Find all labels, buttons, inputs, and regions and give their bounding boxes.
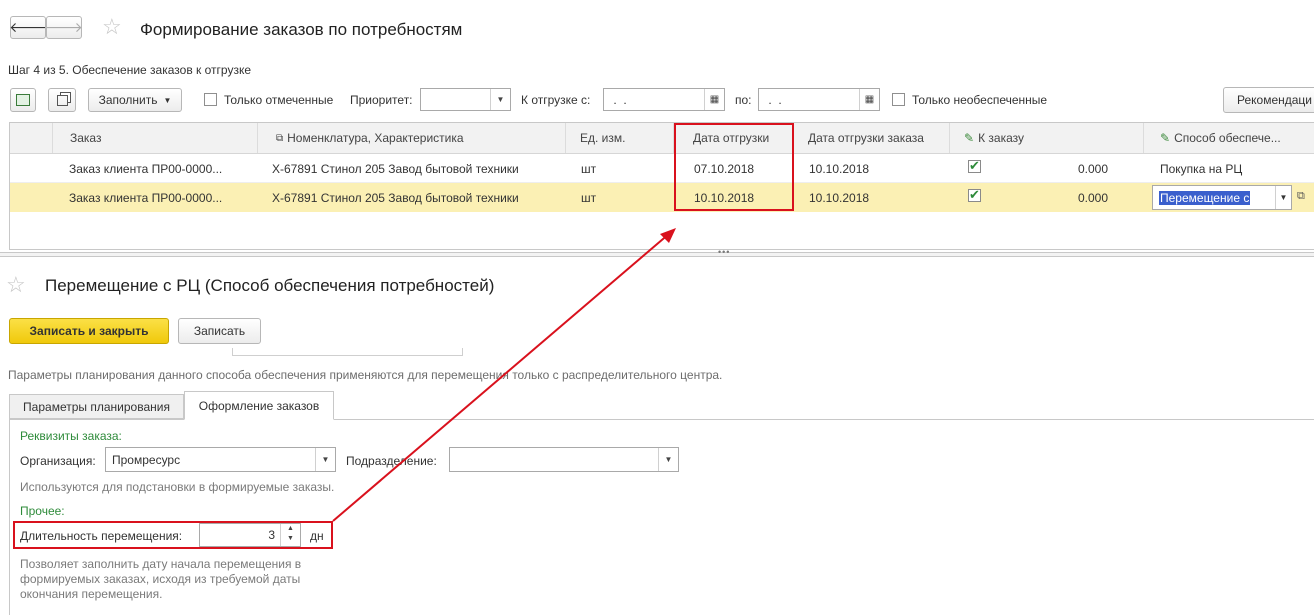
tab-order-registration-label: Оформление заказов: [198, 398, 320, 413]
calendar-icon[interactable]: ▦: [704, 89, 724, 110]
calendar-icon[interactable]: ▦: [859, 89, 879, 110]
cell-order: Заказ клиента ПР00-0000...: [69, 161, 223, 176]
ship-to-value: . .: [765, 92, 782, 107]
duration-hint-line3: окончания перемещения.: [20, 587, 163, 601]
recommendations-button[interactable]: Рекомендаци: [1223, 87, 1314, 113]
collapsed-field-edge: [232, 348, 463, 356]
only-unprovided-checkbox[interactable]: [892, 93, 905, 106]
organization-select[interactable]: Промресурс ▼: [105, 447, 336, 472]
chevron-down-icon[interactable]: ▼: [1275, 186, 1291, 209]
col-item[interactable]: ⧉ Номенклатура, Характеристика: [258, 123, 566, 153]
only-unprovided-label: Только необеспеченные: [912, 93, 1048, 107]
copy-button[interactable]: [48, 88, 76, 112]
save-and-close-button[interactable]: Записать и закрыть: [9, 318, 169, 344]
cell-item: Х-67891 Стинол 205 Завод бытовой техники: [272, 190, 519, 205]
ship-from-date-input[interactable]: . . ▦: [603, 88, 725, 111]
favorite-star-icon[interactable]: ☆: [102, 14, 122, 40]
col-unit-label: Ед. изм.: [580, 131, 626, 145]
cell-order: Заказ клиента ПР00-0000...: [69, 190, 223, 205]
forward-button[interactable]: 🡒: [45, 16, 83, 39]
used-hint: Используются для подстановки в формируем…: [20, 480, 335, 494]
division-label: Подразделение:: [346, 454, 437, 468]
highlight-ship-date-box: [674, 123, 794, 211]
ship-from-label: К отгрузке с:: [521, 93, 591, 107]
method-value: Перемещение с: [1159, 191, 1251, 205]
fill-label: Заполнить: [98, 93, 158, 107]
chevron-down-icon: ▼: [163, 95, 172, 105]
organization-label: Организация:: [20, 454, 96, 468]
tab-order-registration[interactable]: Оформление заказов: [184, 391, 334, 420]
save-and-close-label: Записать и закрыть: [29, 324, 149, 338]
check-all-button[interactable]: [10, 88, 36, 112]
col-method[interactable]: ✎ Способ обеспече...: [1144, 123, 1314, 153]
highlight-duration-box: [13, 521, 333, 549]
priority-select[interactable]: ▼: [420, 88, 511, 111]
cell-to-order: 0.000: [1078, 190, 1109, 205]
col-marker: [10, 123, 53, 153]
duration-hint-line1: Позволяет заполнить дату начала перемеще…: [20, 557, 302, 571]
table-header: Заказ ⧉ Номенклатура, Характеристика Ед. …: [10, 123, 1314, 154]
col-order-label: Заказ: [70, 131, 102, 145]
only-marked-label: Только отмеченные: [224, 93, 334, 107]
table-row[interactable]: Заказ клиента ПР00-0000... Х-67891 Стино…: [10, 154, 1314, 183]
form-description: Параметры планирования данного способа о…: [8, 368, 723, 382]
col-unit[interactable]: Ед. изм.: [566, 123, 674, 153]
cell-order-ship-date: 10.10.2018: [809, 190, 870, 205]
cell-to-order: 0.000: [1078, 161, 1109, 176]
other-section-label: Прочее:: [20, 504, 65, 518]
to-label: по:: [735, 93, 752, 107]
cell-unit: шт: [581, 161, 597, 176]
chevron-down-icon[interactable]: ▼: [315, 448, 335, 471]
copy-icon: [56, 94, 68, 106]
grip-icon: •••: [718, 247, 731, 257]
favorite-star-icon[interactable]: ☆: [6, 272, 26, 298]
save-button[interactable]: Записать: [178, 318, 261, 344]
cell-order-ship-date: 10.10.2018: [809, 161, 870, 176]
col-to-order-label: К заказу: [978, 131, 1024, 145]
ship-from-value: . .: [610, 92, 627, 107]
cell-unit: шт: [581, 190, 597, 205]
method-select[interactable]: Перемещение с ▼: [1152, 185, 1292, 210]
link-icon: ⧉: [276, 132, 284, 144]
priority-label: Приоритет:: [350, 93, 413, 107]
recommendations-label: Рекомендаци: [1237, 93, 1313, 107]
save-label: Записать: [193, 324, 246, 338]
ship-to-date-input[interactable]: . . ▦: [758, 88, 880, 111]
duration-hint-line2: формируемых заказах, исходя из требуемой…: [20, 572, 301, 586]
checkmark-list-icon: [16, 94, 30, 106]
open-icon[interactable]: ⧉: [1297, 190, 1305, 203]
col-method-label: Способ обеспече...: [1174, 131, 1281, 145]
fill-dropdown-button[interactable]: Заполнить ▼: [88, 88, 182, 112]
to-order-checkbox[interactable]: ✔: [968, 159, 981, 173]
page-title: Формирование заказов по потребностям: [140, 20, 463, 39]
tab-planning-params[interactable]: Параметры планирования: [9, 394, 184, 419]
splitter[interactable]: •••: [0, 247, 1314, 257]
step-label: Шаг 4 из 5. Обеспечение заказов к отгруз…: [8, 63, 251, 77]
only-marked-checkbox[interactable]: [204, 93, 217, 106]
dropdown-arrow-icon[interactable]: ▼: [490, 89, 510, 110]
col-item-label: Номенклатура, Характеристика: [287, 131, 464, 145]
to-order-checkbox[interactable]: ✔: [968, 188, 981, 202]
col-to-order[interactable]: ✎ К заказу: [950, 123, 1144, 153]
orders-table: Заказ ⧉ Номенклатура, Характеристика Ед. …: [9, 122, 1314, 250]
requisites-section-label: Реквизиты заказа:: [20, 429, 122, 443]
cell-method: Покупка на РЦ: [1160, 161, 1243, 176]
table-row-selected[interactable]: Заказ клиента ПР00-0000... Х-67891 Стино…: [10, 183, 1314, 212]
col-order-ship-date[interactable]: Дата отгрузки заказа: [794, 123, 950, 153]
form-title: Перемещение с РЦ (Способ обеспечения пот…: [45, 276, 495, 295]
organization-value: Промресурс: [112, 452, 181, 467]
pencil-icon: ✎: [964, 131, 975, 145]
arrow-left-icon: 🡐: [9, 19, 47, 35]
arrow-right-icon: 🡒: [45, 19, 83, 35]
col-order-ship-date-label: Дата отгрузки заказа: [808, 131, 924, 145]
cell-item: Х-67891 Стинол 205 Завод бытовой техники: [272, 161, 519, 176]
chevron-down-icon[interactable]: ▼: [658, 448, 678, 471]
back-button[interactable]: 🡐: [9, 16, 47, 39]
tab-planning-params-label: Параметры планирования: [23, 399, 170, 414]
division-select[interactable]: ▼: [449, 447, 679, 472]
pencil-icon: ✎: [1160, 131, 1171, 145]
col-order[interactable]: Заказ: [53, 123, 258, 153]
